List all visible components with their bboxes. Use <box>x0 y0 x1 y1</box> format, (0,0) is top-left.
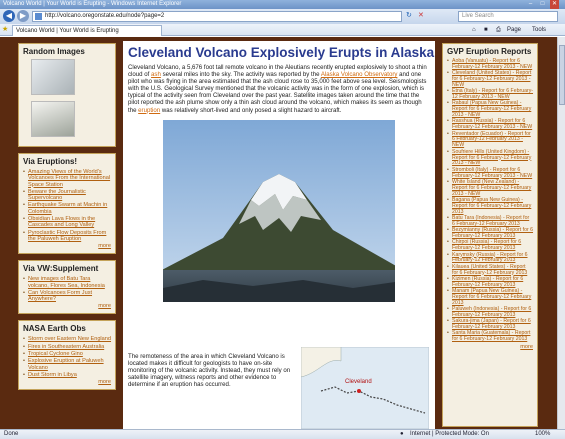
tab-title: Volcano World | Your World is Erupting <box>16 28 119 34</box>
gvp-title: GVP Eruption Reports <box>447 47 532 56</box>
gvp-report-link[interactable]: Paluweh (Indonesia) - Report for 6 Febru… <box>447 306 533 319</box>
home-icon[interactable]: ⌂ <box>472 25 476 35</box>
via-vw-link[interactable]: New images of Batu Tara volcano, Flores … <box>23 276 111 289</box>
status-text: Done <box>4 431 19 437</box>
gvp-report-link[interactable]: Etna (Italy) - Report for 6 February-12 … <box>447 88 533 101</box>
close-icon[interactable]: ✕ <box>550 0 559 9</box>
aleutian-map: Cleveland <box>301 347 429 429</box>
gvp-report-link[interactable]: Manam (Papua New Guinea) - Report for 6 … <box>447 288 533 307</box>
web-page: Random Images Via Eruptions! Amazing Vie… <box>0 37 557 429</box>
nasa-more-link[interactable]: more <box>23 379 111 385</box>
stop-icon[interactable]: ✕ <box>418 11 424 19</box>
article-paragraph-1: Cleveland Volcano, a 5,676 foot tall rem… <box>128 64 430 114</box>
via-eruptions-title: Via Eruptions! <box>23 157 78 166</box>
map-label: Cleveland <box>345 379 372 385</box>
gvp-report-link[interactable]: Bezymianny (Russia) - Report for 6 Febru… <box>447 227 533 240</box>
article-title[interactable]: Cleveland Volcano Explosively Erupts in … <box>128 45 434 60</box>
gvp-report-link[interactable]: White Island (New Zealand) - Report for … <box>447 179 533 198</box>
via-vw-link[interactable]: Can Volcanoes Form Just Anywhere? <box>23 290 111 303</box>
feeds-icon[interactable]: ■ <box>484 25 488 35</box>
forward-button[interactable]: ▶ <box>17 10 29 22</box>
via-eruptions-link[interactable]: Amazing Views of the World's Volcanoes F… <box>23 169 111 188</box>
tab-toolbar-row: ★ Volcano World | Your World is Erupting… <box>0 24 565 36</box>
nasa-title: NASA Earth Obs <box>23 324 86 334</box>
nasa-link[interactable]: Fires in Southeastern Australia <box>23 344 111 351</box>
p1-text-b: several miles into the sky. The activity… <box>160 71 321 79</box>
via-vw-title: Via VW:Supplement <box>23 264 99 274</box>
print-icon[interactable]: ⎙ <box>496 25 501 35</box>
search-placeholder: Live Search <box>462 13 494 19</box>
nasa-link[interactable]: Tropical Cyclone Gino <box>23 351 111 358</box>
status-bar: Done ● Internet | Protected Mode: On 100… <box>0 429 565 439</box>
nasa-block: NASA Earth Obs Storm over Eastern New En… <box>18 320 116 391</box>
refresh-icon[interactable]: ↻ <box>406 11 412 19</box>
gvp-report-link[interactable]: Soufriere Hills (United Kingdom) - Repor… <box>447 149 533 168</box>
gvp-report-link[interactable]: Rasshua (Russia) - Report for 6 February… <box>447 119 533 131</box>
via-eruptions-link[interactable]: Earthquake Swarm at Machin in Colombia <box>23 202 111 215</box>
ash-link[interactable]: ash <box>151 71 161 78</box>
left-sidebar: Random Images Via Eruptions! Amazing Vie… <box>18 43 116 396</box>
main-content: Cleveland Volcano Explosively Erupts in … <box>123 41 435 429</box>
article-paragraph-2: The remoteness of the area in which Clev… <box>128 353 291 389</box>
tools-menu[interactable]: Tools <box>532 25 546 35</box>
favorites-star-icon[interactable]: ★ <box>2 25 8 33</box>
gvp-report-link[interactable]: Cleveland (United States) - Report for 6… <box>447 70 533 89</box>
window-title: Volcano World | Your World is Erupting -… <box>3 1 182 7</box>
page-menu[interactable]: Page <box>507 25 521 35</box>
random-images-title: Random Images <box>23 47 85 56</box>
avo-link[interactable]: Alaska Volcano Observatory <box>321 71 398 78</box>
p1-text-d: was relatively short-lived and only pose… <box>160 106 342 114</box>
random-image-2[interactable] <box>31 101 75 137</box>
address-row: ◀ ▶ http://volcano.oregonstate.edu/node?… <box>0 9 565 24</box>
gvp-report-link[interactable]: Bagana (Papua New Guinea) - Report for 6… <box>447 197 533 216</box>
tab-active[interactable]: Volcano World | Your World is Erupting <box>12 25 162 36</box>
gvp-report-link[interactable]: Santa Maria (Guatemala) - Report for 6 F… <box>447 331 533 343</box>
scrollbar-thumb[interactable] <box>559 45 565 105</box>
gvp-report-link[interactable]: Batu Tara (Indonesia) - Report for 6 Feb… <box>447 215 533 228</box>
via-eruptions-block: Via Eruptions! Amazing Views of the Worl… <box>18 153 116 255</box>
gvp-report-link[interactable]: Kizimen (Russia) - Report for 6 February… <box>447 276 533 289</box>
via-eruptions-link[interactable]: Beware the Journalistic Supervolcano <box>23 189 111 202</box>
via-eruptions-more-link[interactable]: more <box>23 243 111 249</box>
globe-icon: ● <box>400 431 404 437</box>
random-image-1[interactable] <box>31 59 75 95</box>
gvp-report-link[interactable]: Sakura-jima (Japan) - Report for 6 Febru… <box>447 318 533 331</box>
volcano-photo <box>163 119 395 302</box>
gvp-report-link[interactable]: Stromboli (Italy) - Report for 6 Februar… <box>447 167 533 180</box>
address-bar[interactable]: http://volcano.oregonstate.edu/node?page… <box>32 11 402 22</box>
gvp-report-link[interactable]: Chirpoi (Russia) - Report for 6 February… <box>447 239 533 252</box>
maximize-icon[interactable]: □ <box>538 0 547 9</box>
via-eruptions-link[interactable]: Pyroclastic Flow Deposits From the Paluw… <box>23 230 111 243</box>
via-eruptions-link[interactable]: Obsidian Lava Flows in the Cascades and … <box>23 216 111 229</box>
gvp-report-link[interactable]: Rabaul (Papua New Guinea) - Report for 6… <box>447 101 533 119</box>
gvp-more-link[interactable]: more <box>447 344 533 350</box>
title-bar: Volcano World | Your World is Erupting -… <box>0 0 565 9</box>
nasa-link[interactable]: Storm over Eastern New England <box>23 336 111 343</box>
zoom-level[interactable]: 100% <box>535 430 550 439</box>
via-vw-more-link[interactable]: more <box>23 303 111 309</box>
gvp-report-link[interactable]: Aoba (Vanuatu) - Report for 6 February-1… <box>447 58 533 71</box>
eruption-link[interactable]: eruption <box>138 107 160 114</box>
nasa-link[interactable]: Dust Storm in Libya <box>23 372 111 379</box>
gvp-report-link[interactable]: Karymsky (Russia) - Report for 6 Februar… <box>447 252 533 265</box>
page-icon <box>35 13 42 20</box>
random-images-block: Random Images <box>18 43 116 147</box>
second-paragraph-block: The remoteness of the area in which Clev… <box>128 353 298 388</box>
vertical-scrollbar[interactable] <box>557 37 565 429</box>
nasa-link[interactable]: Explosive Eruption at Paluweh Volcano <box>23 358 111 371</box>
search-input[interactable]: Live Search <box>458 11 558 22</box>
url-text: http://volcano.oregonstate.edu/node?page… <box>45 13 165 19</box>
via-vw-block: Via VW:Supplement New images of Batu Tar… <box>18 260 116 315</box>
browser-window: Volcano World | Your World is Erupting -… <box>0 0 565 439</box>
back-button[interactable]: ◀ <box>3 10 15 22</box>
zone-text: Internet | Protected Mode: On <box>410 431 489 437</box>
gvp-report-link[interactable]: Reventador (Ecuador) - Report for 6 Febr… <box>447 131 533 150</box>
gvp-report-link[interactable]: Kilauea (United States) - Report for 6 F… <box>447 264 533 277</box>
minimize-icon[interactable]: – <box>526 0 535 9</box>
right-sidebar: GVP Eruption Reports Aoba (Vanuatu) - Re… <box>442 43 538 427</box>
